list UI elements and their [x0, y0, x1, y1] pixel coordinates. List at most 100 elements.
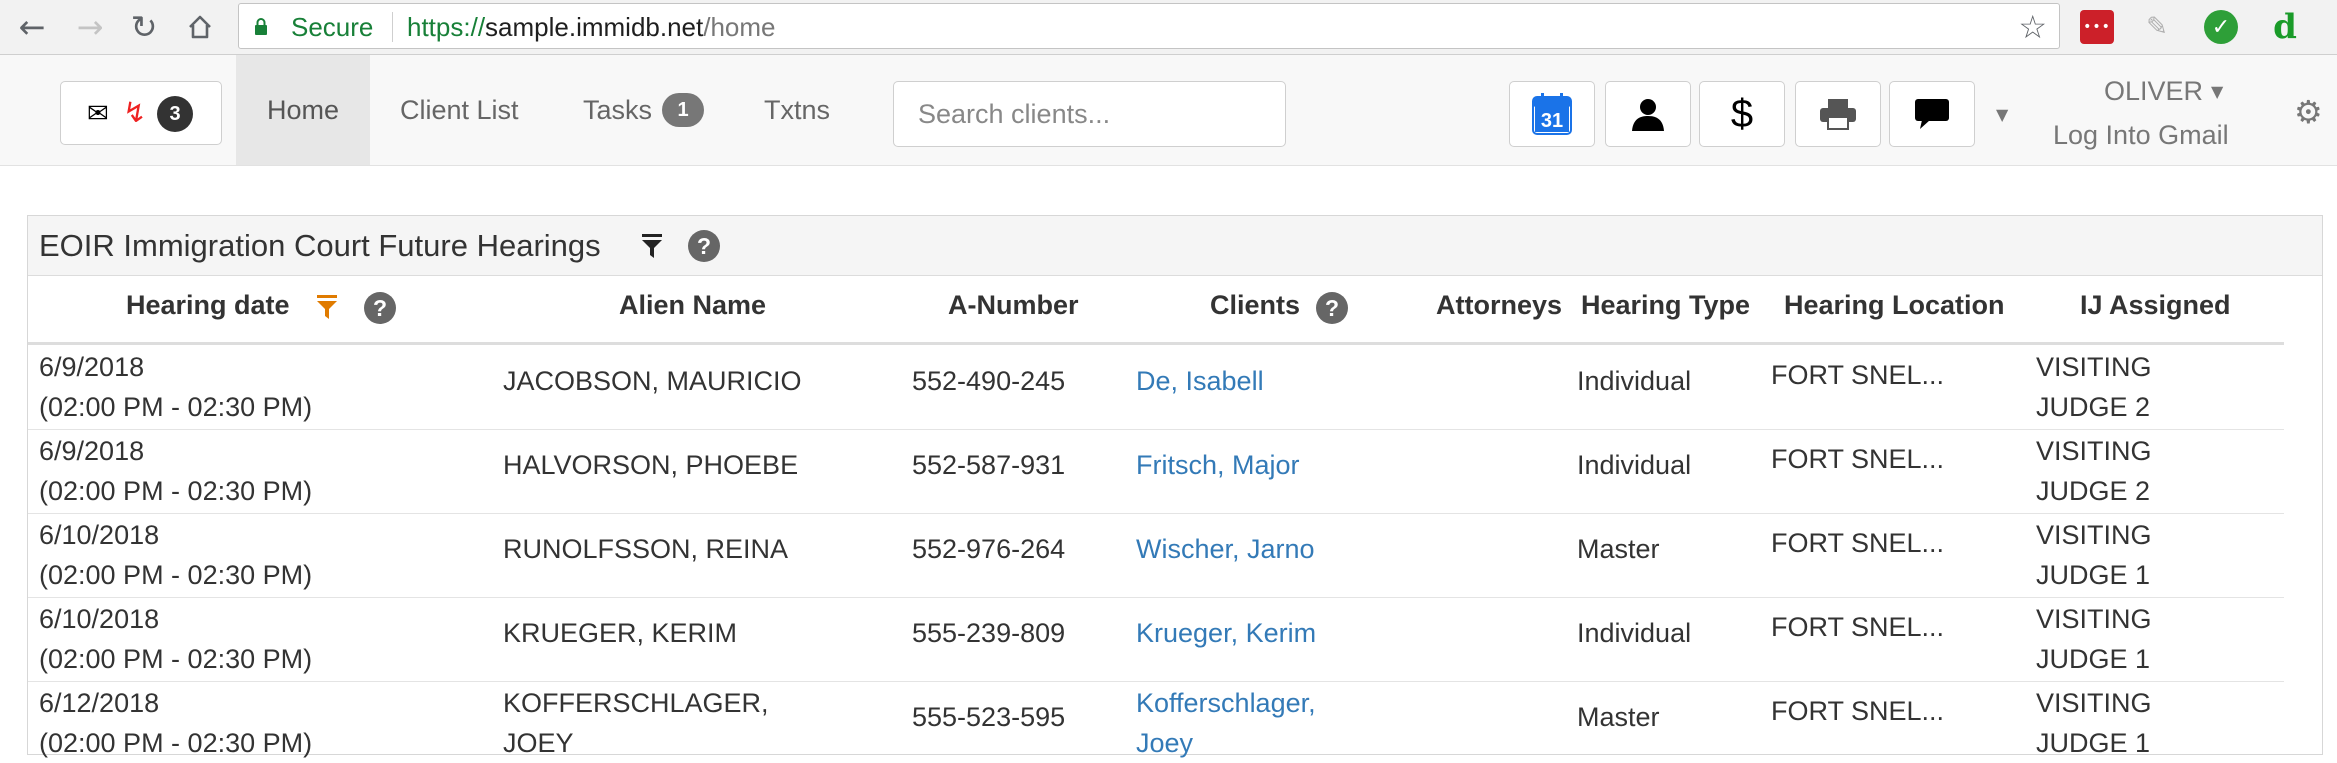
- calendar-icon: 31: [1532, 93, 1572, 135]
- print-button[interactable]: [1795, 81, 1881, 147]
- ij-assigned-line1: VISITING: [2036, 436, 2152, 466]
- back-arrow-icon[interactable]: ←: [12, 8, 52, 46]
- forward-arrow-icon[interactable]: →: [70, 8, 110, 46]
- user-button[interactable]: [1605, 81, 1691, 147]
- ij-assigned-line2: JUDGE 2: [2036, 392, 2151, 422]
- hearing-date-filter-icon[interactable]: [317, 295, 337, 319]
- reload-icon[interactable]: ↻: [124, 8, 164, 46]
- hearing-time: (02:00 PM - 02:30 PM): [39, 728, 313, 758]
- log-into-gmail-link[interactable]: Log Into Gmail: [2053, 120, 2229, 151]
- checkmark-extension-icon[interactable]: ✓: [2204, 10, 2238, 44]
- nav-txtns-label: Txtns: [764, 94, 831, 125]
- messages-button[interactable]: [1889, 81, 1975, 147]
- more-tools-caret-icon[interactable]: ▼: [1996, 105, 2008, 124]
- dollar-icon: $: [1730, 91, 1754, 136]
- hearings-panel: EOIR Immigration Court Future Hearings ?…: [27, 215, 2323, 758]
- col-a-number[interactable]: A-Number: [948, 290, 1079, 321]
- ij-assigned-line2: JUDGE 2: [2036, 476, 2151, 506]
- panel-title: EOIR Immigration Court Future Hearings: [39, 228, 601, 263]
- panel-help-icon[interactable]: ?: [688, 230, 720, 262]
- envelope-icon: ✉: [87, 99, 109, 129]
- filter-icon[interactable]: [642, 234, 662, 258]
- hearing-type: Individual: [1577, 366, 1692, 396]
- client-link-line2[interactable]: Joey: [1136, 723, 1193, 763]
- a-number: 552-490-245: [912, 366, 1066, 396]
- alien-name: KRUEGER, KERIM: [503, 618, 738, 648]
- gear-icon[interactable]: ⚙: [2294, 93, 2323, 131]
- a-number: 552-976-264: [912, 534, 1066, 564]
- nav-txtns[interactable]: Txtns: [764, 55, 830, 165]
- col-ij-assigned[interactable]: IJ Assigned: [2080, 290, 2231, 321]
- hearing-time: (02:00 PM - 02:30 PM): [39, 644, 313, 674]
- hearing-type: Individual: [1577, 450, 1692, 480]
- panel-heading: EOIR Immigration Court Future Hearings ?: [28, 216, 2322, 276]
- a-number: 552-587-931: [912, 450, 1066, 480]
- client-link[interactable]: De, Isabell: [1136, 361, 1264, 401]
- col-hearing-location[interactable]: Hearing Location: [1784, 290, 2005, 321]
- pdf-extension-icon[interactable]: ✎: [2140, 10, 2174, 44]
- printer-icon: [1820, 99, 1856, 130]
- row-divider: [28, 681, 2284, 682]
- ij-assigned-line1: VISITING: [2036, 520, 2152, 550]
- notifications-button[interactable]: ✉ ↯ 3: [60, 81, 222, 145]
- ij-assigned-line2: JUDGE 1: [2036, 560, 2151, 590]
- user-name: OLIVER: [2104, 76, 2204, 106]
- lightning-icon: ↯: [123, 96, 147, 129]
- calendar-day: 31: [1541, 110, 1563, 132]
- col-hearing-type[interactable]: Hearing Type: [1581, 290, 1750, 321]
- row-divider: [28, 597, 2284, 598]
- nav-tasks[interactable]: Tasks 1: [583, 55, 705, 165]
- hearing-time: (02:00 PM - 02:30 PM): [39, 476, 313, 506]
- calendar-button[interactable]: 31: [1509, 81, 1595, 147]
- col-alien-name[interactable]: Alien Name: [619, 290, 766, 321]
- tasks-count-badge: 1: [662, 93, 705, 127]
- user-menu-caret-icon: ▼: [2211, 82, 2224, 101]
- browser-toolbar: ← → ↻ Secure https://sample.immidb.net/h…: [0, 0, 2337, 55]
- chat-icon: [1915, 99, 1949, 129]
- nav-client-list-label: Client List: [400, 94, 519, 125]
- url-path: /home: [703, 12, 776, 42]
- client-link[interactable]: Krueger, Kerim: [1136, 613, 1316, 653]
- a-number: 555-523-595: [912, 702, 1066, 732]
- search-clients-input[interactable]: [893, 81, 1286, 147]
- ij-assigned-line1: VISITING: [2036, 688, 2152, 718]
- billing-button[interactable]: $: [1699, 81, 1785, 147]
- hearing-location: FORT SNEL...: [1771, 696, 1945, 726]
- col-clients[interactable]: Clients: [1210, 290, 1300, 321]
- lastpass-extension-icon[interactable]: •••: [2080, 10, 2114, 44]
- home-icon[interactable]: [180, 8, 220, 46]
- lock-icon: [255, 18, 267, 35]
- clients-help-icon[interactable]: ?: [1316, 292, 1348, 324]
- col-attorneys[interactable]: Attorneys: [1436, 290, 1562, 321]
- d-extension-icon[interactable]: d: [2268, 7, 2302, 47]
- hearing-date: 6/9/2018: [39, 436, 145, 466]
- client-link[interactable]: Kofferschlager,: [1136, 683, 1316, 723]
- hearing-date-help-icon[interactable]: ?: [364, 292, 396, 324]
- address-divider: [392, 12, 393, 42]
- hearing-date: 6/9/2018: [39, 352, 145, 382]
- secure-label: Secure: [291, 12, 374, 42]
- nav-tasks-label: Tasks: [583, 94, 653, 125]
- hearing-time: (02:00 PM - 02:30 PM): [39, 560, 313, 590]
- hearing-location: FORT SNEL...: [1771, 444, 1945, 474]
- ij-assigned-line2: JUDGE 1: [2036, 728, 2151, 758]
- nav-home-label: Home: [266, 94, 340, 125]
- address-bar[interactable]: Secure https://sample.immidb.net/home ☆: [238, 3, 2060, 49]
- header-divider: [28, 342, 2284, 345]
- hearing-location: FORT SNEL...: [1771, 612, 1945, 642]
- client-link[interactable]: Fritsch, Major: [1136, 445, 1300, 485]
- hearing-type: Master: [1577, 534, 1660, 564]
- a-number: 555-239-809: [912, 618, 1066, 648]
- bookmark-star-icon[interactable]: ☆: [2018, 8, 2047, 46]
- hearing-type: Individual: [1577, 618, 1692, 648]
- url-text: https://sample.immidb.net/home: [407, 12, 776, 43]
- hearing-date: 6/10/2018: [39, 604, 160, 634]
- alien-name-line2: JOEY: [503, 728, 574, 758]
- nav-home[interactable]: Home: [236, 55, 370, 165]
- alien-name: JACOBSON, MAURICIO: [503, 366, 802, 396]
- client-link[interactable]: Wischer, Jarno: [1136, 529, 1315, 569]
- ij-assigned-line1: VISITING: [2036, 352, 2152, 382]
- user-menu[interactable]: OLIVER ▼: [2104, 76, 2223, 107]
- nav-client-list[interactable]: Client List: [400, 55, 519, 165]
- col-hearing-date[interactable]: Hearing date: [126, 290, 290, 321]
